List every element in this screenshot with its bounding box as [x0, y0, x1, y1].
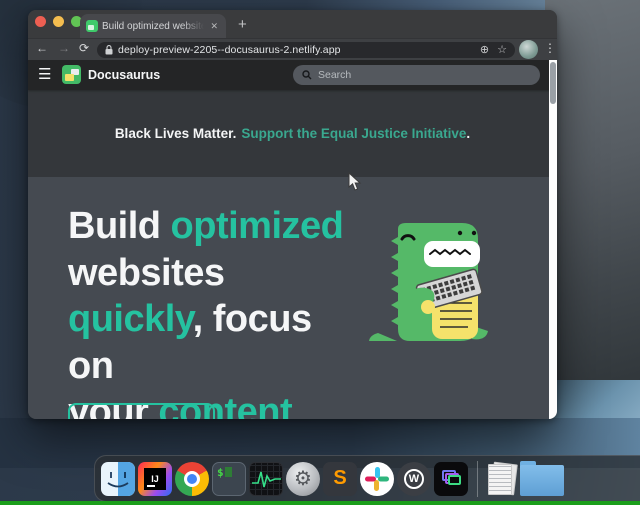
dock-item-workplace[interactable]: W — [397, 462, 431, 496]
dock-item-sublime-text[interactable]: S — [323, 462, 357, 496]
url-text: deploy-preview-2205--docusaurus-2.netlif… — [118, 44, 472, 56]
tab-strip: Build optimized websites quick ✕ + — [28, 10, 557, 38]
hero-heading: Build optimizedwebsitesquickly, focus on… — [28, 177, 358, 419]
hero-section: Build optimizedwebsitesquickly, focus on… — [28, 177, 557, 419]
site-navbar: ☰ Docusaurus — [28, 60, 557, 90]
minimize-window-button[interactable] — [53, 16, 64, 27]
page-scrollbar-thumb[interactable] — [550, 62, 556, 104]
browser-toolbar: ← → ⟳ deploy-preview-2205--docusaurus-2.… — [28, 38, 557, 60]
dock-item-screen-capture[interactable] — [434, 462, 468, 496]
dock-item-chrome[interactable] — [175, 462, 209, 496]
hamburger-menu-icon[interactable]: ☰ — [38, 67, 51, 83]
announcement-text: Black Lives Matter. — [115, 126, 237, 141]
dock-item-documents-stack[interactable] — [487, 462, 517, 496]
tab-close-icon[interactable]: ✕ — [208, 20, 220, 33]
dock-item-finder[interactable] — [101, 462, 135, 496]
close-window-button[interactable] — [35, 16, 46, 27]
search-input[interactable] — [318, 69, 531, 81]
mouse-cursor — [348, 172, 362, 192]
dock-item-activity-monitor[interactable] — [249, 462, 283, 496]
desktop: Build optimized websites quick ✕ + ← → ⟳… — [0, 0, 640, 505]
search-box[interactable] — [293, 65, 540, 85]
lock-icon — [105, 45, 113, 55]
dock-item-system-preferences[interactable]: ⚙ — [286, 462, 320, 496]
dock-item-terminal[interactable]: $ — [212, 462, 246, 496]
dock-item-slack[interactable] — [360, 462, 394, 496]
bookmark-star-icon[interactable]: ☆ — [497, 45, 507, 56]
address-bar[interactable]: deploy-preview-2205--docusaurus-2.netlif… — [97, 42, 515, 58]
search-icon — [302, 70, 312, 80]
browser-tab[interactable]: Build optimized websites quick ✕ — [80, 14, 226, 38]
browser-window: Build optimized websites quick ✕ + ← → ⟳… — [28, 10, 557, 419]
docusaurus-logo-icon[interactable] — [62, 65, 81, 84]
site-brand[interactable]: Docusaurus — [88, 68, 160, 82]
docusaurus-mascot-illustration — [368, 211, 500, 345]
page-scrollbar[interactable] — [549, 60, 557, 419]
announcement-bar: Black Lives Matter. Support the Equal Ju… — [28, 90, 557, 177]
new-tab-button[interactable]: + — [238, 15, 247, 35]
dock-divider — [477, 461, 478, 497]
dock-item-documents-folder[interactable] — [520, 465, 564, 496]
docusaurus-favicon-icon — [86, 20, 98, 32]
reload-button[interactable]: ⟳ — [79, 41, 89, 55]
browser-menu-icon[interactable]: ⋮ — [544, 41, 556, 55]
profile-avatar[interactable] — [519, 40, 538, 59]
recording-progress-line — [0, 501, 640, 505]
dock-item-intellij-idea[interactable]: IJ — [138, 462, 172, 496]
dock: IJ $ ⚙ S — [94, 455, 640, 502]
announcement-suffix: . — [466, 126, 470, 141]
back-button[interactable]: ← — [36, 41, 48, 55]
hero-cta-button[interactable] — [68, 403, 215, 419]
window-controls — [35, 16, 82, 27]
omnibox-action-icon[interactable]: ⊕ — [480, 45, 489, 56]
page-viewport: ☰ Docusaurus Black Lives Matter. Support… — [28, 60, 557, 419]
announcement-link[interactable]: Support the Equal Justice Initiative — [241, 126, 466, 141]
tab-title: Build optimized websites quick — [102, 21, 204, 32]
forward-button[interactable]: → — [58, 41, 70, 55]
